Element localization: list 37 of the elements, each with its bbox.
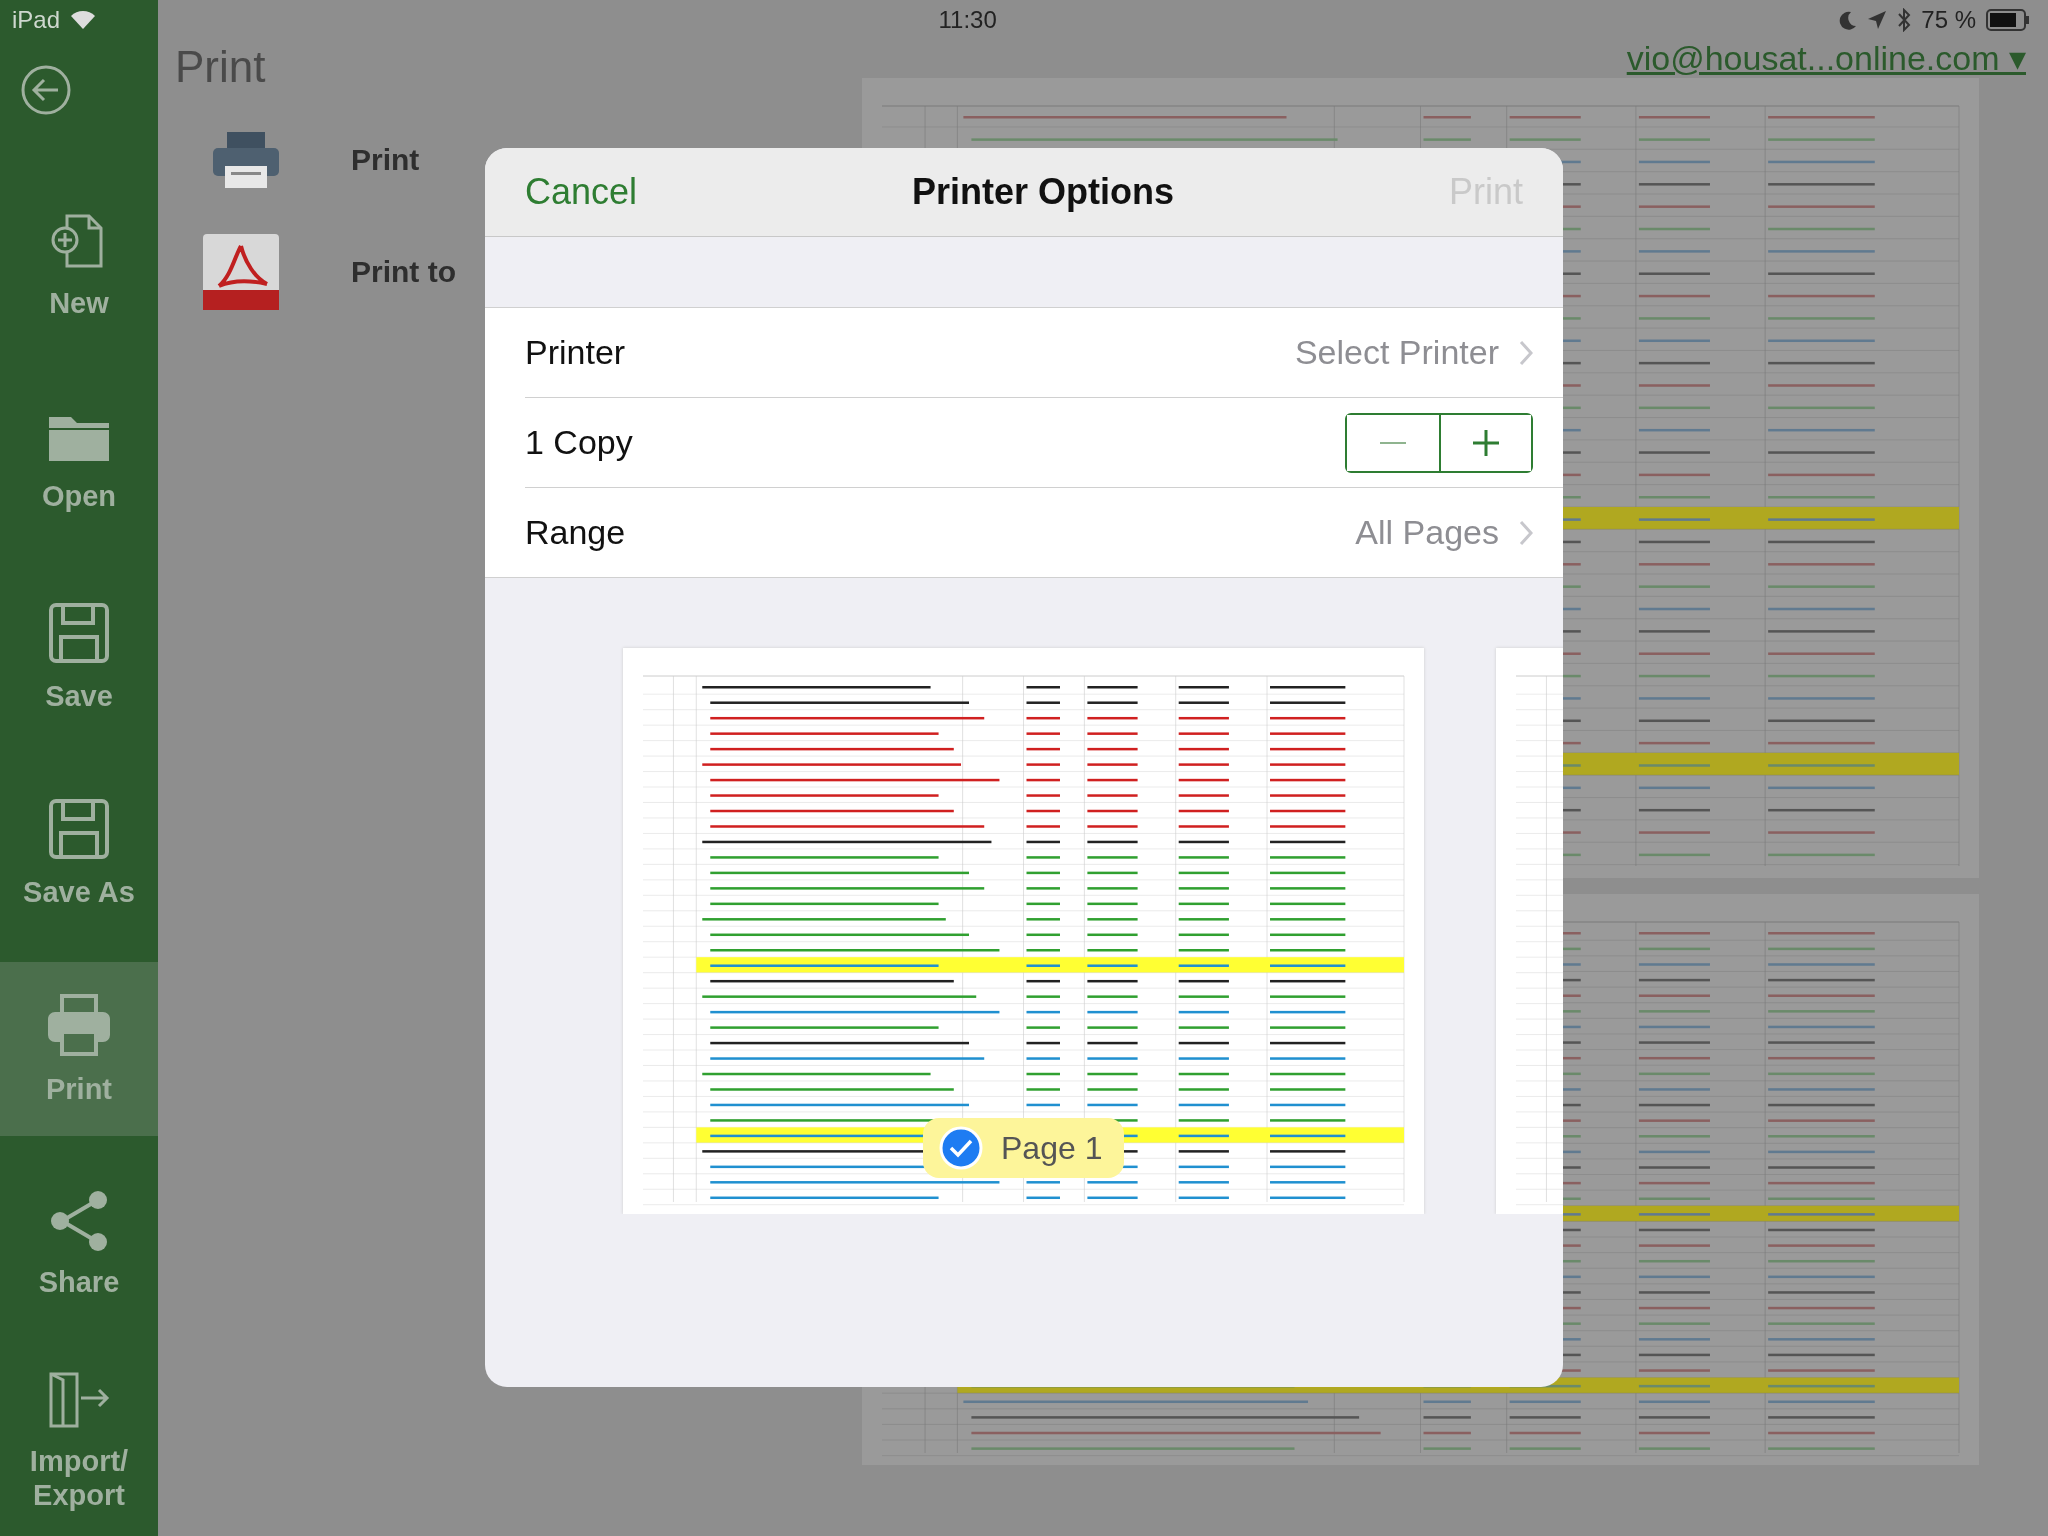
account-link[interactable]: vio@housat...online.com ▾	[1626, 38, 2026, 78]
plus-icon	[1472, 428, 1500, 457]
disclosure-link[interactable]: All Pages	[1355, 513, 1533, 552]
printer-icon	[211, 130, 281, 190]
sidebar-item[interactable]: Print	[0, 962, 158, 1136]
checkmark-icon	[939, 1126, 983, 1170]
bluetooth-icon	[1897, 8, 1912, 32]
row-label: Range	[525, 513, 626, 552]
battery-icon	[1986, 9, 2030, 31]
sidebar-item[interactable]: New	[0, 178, 158, 352]
row-label: Printer	[525, 333, 626, 372]
sidebar-item[interactable]: Share	[0, 1158, 158, 1332]
battery-percent: 75 %	[1921, 6, 1976, 34]
device-name: iPad	[12, 6, 61, 34]
wifi-icon	[70, 10, 97, 30]
increment-button[interactable]	[1439, 414, 1531, 471]
print-option[interactable]: Print	[351, 143, 420, 177]
pdf-file-icon	[201, 232, 281, 312]
sidebar-item[interactable]: Open	[0, 374, 158, 548]
exit-door-icon	[47, 1370, 111, 1430]
location-arrow-icon	[1867, 10, 1888, 30]
chevron-right-icon	[1519, 519, 1533, 546]
disclosure-link[interactable]: Select Printer	[1294, 333, 1533, 372]
page-title: Print	[175, 42, 266, 92]
sidebar-item[interactable]: Import/ Export	[0, 1354, 158, 1528]
sidebar-item[interactable]: Save	[0, 570, 158, 744]
print-option[interactable]: Print to	[351, 255, 456, 289]
chevron-right-icon	[1519, 339, 1533, 366]
clock-time: 11:30	[938, 6, 997, 34]
share-icon	[48, 1191, 110, 1251]
dialog-title: Printer Options	[912, 171, 1175, 213]
sidebar-item[interactable]: Save As	[0, 766, 158, 940]
page-badge[interactable]: Page 1	[923, 1118, 1125, 1178]
row-label: 1 Copy	[525, 423, 633, 462]
moon-icon	[1839, 10, 1858, 30]
printer-icon	[46, 992, 112, 1058]
cancel-button[interactable]: Cancel	[525, 167, 638, 217]
